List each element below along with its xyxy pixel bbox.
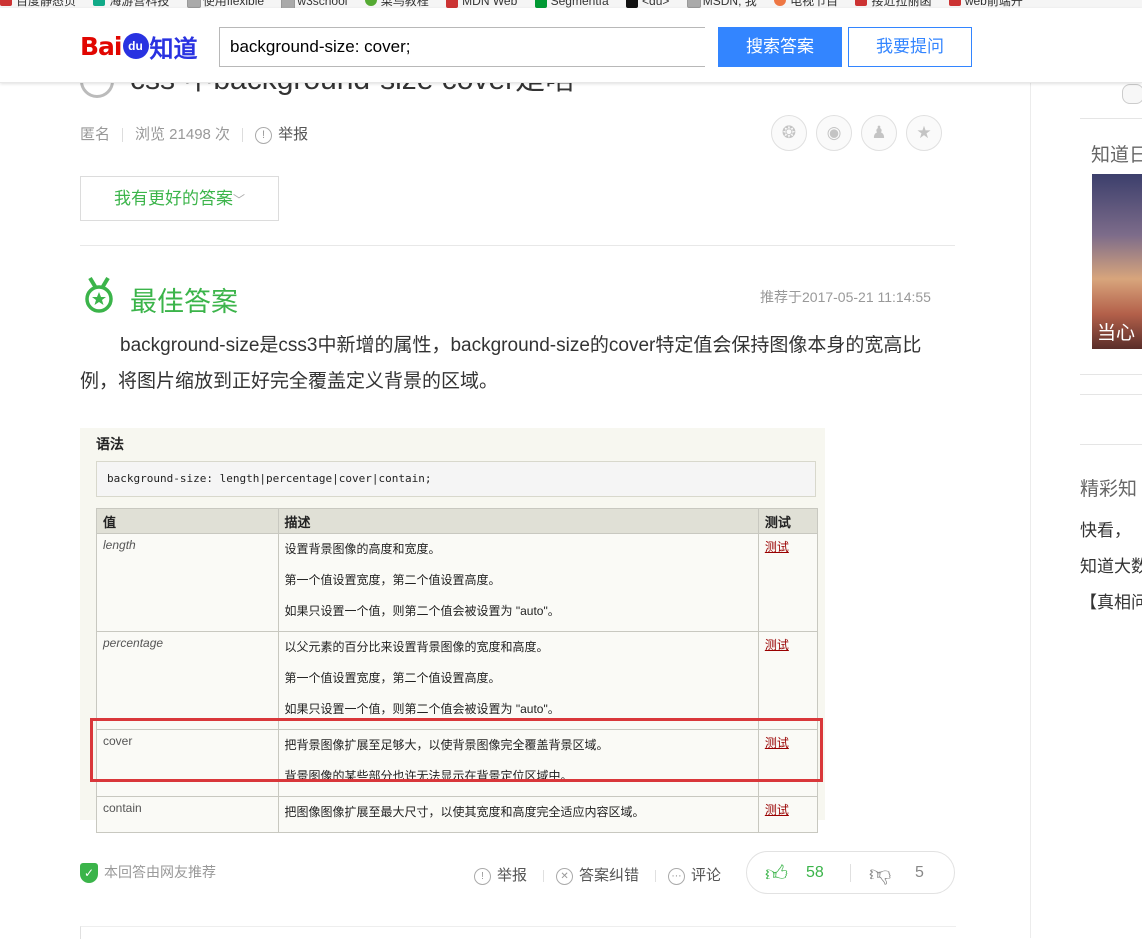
meta-divider — [122, 128, 124, 143]
values-table: 值 描述 测试 length 设置背景图像的高度和宽度。 第一个值设置宽度，第二… — [96, 508, 819, 833]
logo-bai: Bai — [80, 31, 122, 61]
meta-divider — [242, 128, 244, 143]
sidebar-divider — [1080, 374, 1142, 375]
comment-button[interactable]: ⋯ 评论 — [668, 864, 721, 885]
report-button[interactable]: ! 举报 — [474, 864, 527, 885]
recommend-note: ✓ 本回答由网友推荐 — [80, 862, 216, 884]
search-input[interactable] — [219, 27, 705, 67]
better-answer-label: 我有更好的答案 — [113, 189, 233, 208]
logo-du: du — [122, 33, 149, 59]
vote-divider — [850, 864, 851, 882]
row-description: 设置背景图像的高度和宽度。 第一个值设置宽度，第二个值设置高度。 如果只设置一个… — [277, 533, 759, 632]
sidebar-image-caption[interactable]: 当心 — [1097, 318, 1135, 345]
sidebar-divider — [1080, 394, 1142, 395]
header-value: 值 — [96, 508, 279, 534]
info-icon: ! — [255, 126, 273, 144]
test-link: 测试 — [757, 796, 819, 833]
action-divider — [543, 870, 545, 883]
sidebar-heading: 精彩知 — [1080, 479, 1138, 500]
qq-icon[interactable]: ♟ — [861, 115, 897, 151]
report-label: 举报 — [497, 867, 528, 884]
best-answer-time: 推荐于2017-05-21 11:14:55 — [760, 289, 931, 305]
weibo-icon[interactable]: ◉ — [816, 115, 852, 151]
author-name: 匿名 — [80, 126, 111, 143]
best-answer-label: 最佳答案 — [130, 287, 238, 317]
syntax-code: background-size: length|percentage|cover… — [96, 461, 816, 497]
info-icon: ! — [474, 867, 491, 885]
sidebar-divider — [1080, 118, 1142, 119]
wechat-icon[interactable]: ❂ — [771, 115, 807, 151]
answer-actions: ! 举报 ✕ 答案纠错 ⋯ 评论 — [474, 864, 737, 885]
shield-check-icon: ✓ — [80, 863, 98, 884]
table-row: contain 把图像图像扩展至最大尺寸，以使其宽度和高度完全适应内容区域。 测… — [96, 796, 819, 833]
qzone-icon[interactable]: ★ — [906, 115, 942, 151]
cover-highlight-box — [90, 718, 823, 782]
vote-box: 👍︎ 58 👎︎ 5 — [746, 851, 955, 894]
recommend-text: 本回答由网友推荐 — [104, 864, 216, 880]
correct-button[interactable]: ✕ 答案纠错 — [556, 864, 639, 885]
correct-label: 答案纠错 — [579, 867, 640, 884]
row-value: contain — [96, 796, 279, 833]
sidebar-link[interactable]: 快看， — [1080, 516, 1131, 541]
search-button[interactable]: 搜索答案 — [718, 27, 842, 67]
sidebar-title[interactable]: 知道日 — [1091, 140, 1142, 167]
main-column: css 中background-size cover是啥 匿名浏览 21498 … — [0, 0, 1030, 939]
row-value: length — [96, 533, 279, 632]
upvote-count: 58 — [806, 864, 824, 881]
table-header-row: 值 描述 测试 — [96, 508, 819, 534]
comment-label: 评论 — [691, 867, 722, 884]
ask-question-button[interactable]: 我要提问 — [848, 27, 972, 67]
table-row: percentage 以父元素的百分比来设置背景图像的宽度和高度。 第一个值设置… — [96, 631, 819, 730]
syntax-label: 语法 — [96, 436, 124, 452]
header-description: 描述 — [277, 508, 759, 534]
desc-line: 把图像图像扩展至最大尺寸，以使其宽度和高度完全适应内容区域。 — [284, 805, 645, 819]
thumbs-up-icon[interactable]: 👍︎ — [765, 860, 788, 887]
action-divider — [655, 870, 657, 883]
thumbs-down-icon[interactable]: 👎︎ — [869, 860, 891, 887]
question-meta: 匿名 浏览 21498 次! 举报 — [80, 123, 308, 144]
desc-line: 第一个值设置宽度，第二个值设置高度。 — [284, 573, 501, 587]
correct-icon: ✕ — [556, 867, 574, 885]
test-link: 测试 — [757, 631, 819, 730]
column-divider — [1030, 82, 1031, 938]
next-answer-edge — [80, 926, 956, 939]
desc-line: 如果只设置一个值，则第二个值会被设置为 "auto"。 — [284, 604, 560, 618]
row-description: 把图像图像扩展至最大尺寸，以使其宽度和高度完全适应内容区域。 — [277, 796, 759, 833]
header-test: 测试 — [757, 508, 819, 534]
table-row: length 设置背景图像的高度和宽度。 第一个值设置宽度，第二个值设置高度。 … — [96, 533, 819, 632]
better-answer-button[interactable]: 我有更好的答案﹀ — [80, 176, 279, 221]
answer-text: background-size是css3中新增的属性，background-si… — [80, 335, 922, 392]
downvote-count: 5 — [915, 864, 924, 881]
test-link: 测试 — [757, 533, 819, 632]
row-value: percentage — [96, 631, 279, 730]
baidu-zhidao-logo[interactable]: Bai du 知道 — [80, 26, 198, 66]
chevron-down-icon: ﹀ — [232, 193, 245, 207]
comment-icon: ⋯ — [668, 867, 686, 885]
medal-icon — [85, 276, 113, 313]
cloud-icon — [1122, 84, 1142, 104]
answer-image: 语法 background-size: length|percentage|co… — [80, 428, 825, 833]
site-header: Baidu知道 搜索答案 我要提问 — [0, 8, 1142, 83]
row-description: 以父元素的百分比来设置背景图像的宽度和高度。 第一个值设置宽度，第二个值设置高度… — [277, 631, 759, 730]
sidebar-link[interactable]: 知道大数 — [1080, 552, 1142, 577]
desc-line: 以父元素的百分比来设置背景图像的宽度和高度。 — [284, 640, 549, 654]
section-divider — [80, 245, 955, 246]
desc-line: 第一个值设置宽度，第二个值设置高度。 — [284, 671, 501, 685]
report-link[interactable]: 举报 — [278, 126, 308, 143]
sidebar-divider — [1080, 444, 1142, 445]
view-count: 浏览 21498 次 — [135, 126, 231, 143]
sidebar-link[interactable]: 【真相问 — [1080, 588, 1142, 613]
logo-zhidao: 知道 — [149, 34, 198, 63]
desc-line: 设置背景图像的高度和宽度。 — [284, 542, 441, 556]
